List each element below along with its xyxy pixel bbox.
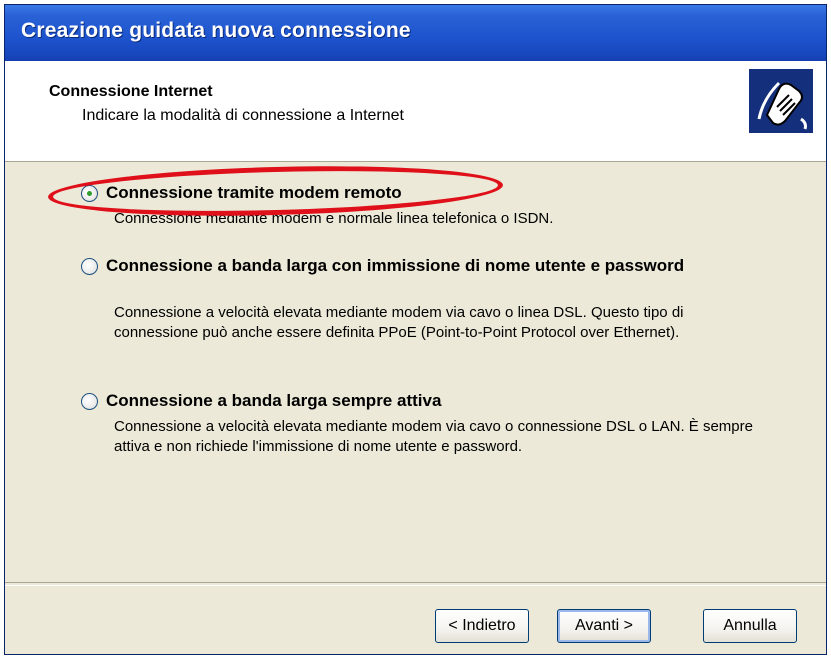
radio-broadband-always-on[interactable] <box>81 393 98 410</box>
option-dialup-description: Connessione mediante modem e normale lin… <box>114 210 554 227</box>
title-bar[interactable]: Creazione guidata nuova connessione <box>5 5 826 61</box>
page-subtitle: Indicare la modalità di connessione a In… <box>82 107 404 124</box>
option-broadband-always-on-description: Connessione a velocità elevata mediante … <box>114 418 753 455</box>
wizard-header: Connessione Internet Indicare la modalit… <box>5 61 826 162</box>
radio-dialup[interactable] <box>81 185 98 202</box>
wizard-content: Connessione tramite modem remoto Conness… <box>5 162 826 582</box>
option-broadband-login-description: Connessione a velocità elevata mediante … <box>114 304 684 341</box>
network-connection-icon <box>749 69 813 133</box>
window-title: Creazione guidata nuova connessione <box>21 19 411 42</box>
footer-divider <box>5 582 826 586</box>
wizard-window: Creazione guidata nuova connessione Conn… <box>4 4 827 655</box>
cancel-button[interactable]: Annulla <box>703 609 797 643</box>
option-broadband-login[interactable]: Connessione a banda larga con immissione… <box>81 255 771 375</box>
radio-broadband-login[interactable] <box>81 258 98 275</box>
option-broadband-always-on-label[interactable]: Connessione a banda larga sempre attiva <box>106 390 746 411</box>
back-button[interactable]: < Indietro <box>435 609 529 643</box>
page-title: Connessione Internet <box>49 83 213 100</box>
option-broadband-login-label[interactable]: Connessione a banda larga con immissione… <box>106 255 746 276</box>
next-button[interactable]: Avanti > <box>557 609 651 643</box>
option-dialup-label[interactable]: Connessione tramite modem remoto <box>106 182 746 203</box>
option-broadband-always-on[interactable]: Connessione a banda larga sempre attiva … <box>81 390 771 470</box>
option-dialup[interactable]: Connessione tramite modem remoto Conness… <box>81 182 771 242</box>
